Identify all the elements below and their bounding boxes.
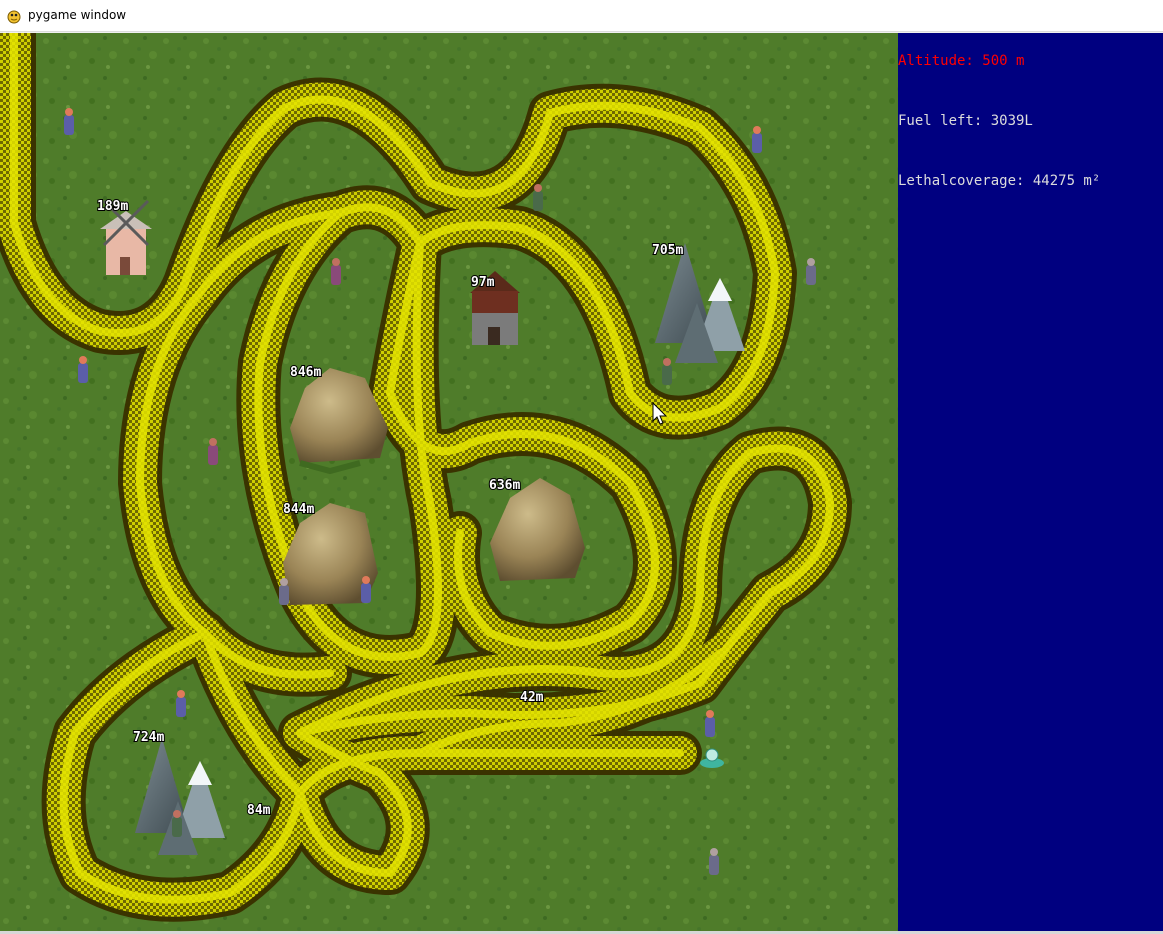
window-titlebar[interactable]: pygame window [0, 0, 1163, 32]
mountain-altitude-label: 724m [133, 730, 164, 745]
lethal-coverage-readout: Lethalcoverage: 44275 m² [898, 173, 1101, 189]
game-map[interactable]: 189m 97m 705m 846m 844m 636m 724m 42m 84… [0, 33, 898, 931]
windmill-altitude-label: 189m [97, 199, 128, 214]
fuel-readout: Fuel left: 3039L [898, 113, 1033, 129]
target-altitude-label: 84m [247, 803, 271, 818]
window-title: pygame window [28, 8, 127, 22]
altitude-readout: Altitude: 500 m [898, 53, 1025, 69]
mountain-altitude-label: 705m [652, 243, 683, 258]
map-canvas: 189m 97m 705m 846m 844m 636m 724m 42m 84… [0, 33, 898, 931]
rock-altitude-label: 846m [290, 365, 321, 380]
rock-altitude-label: 636m [489, 478, 520, 493]
target-altitude-label: 42m [520, 690, 544, 705]
house-altitude-label: 97m [471, 275, 495, 290]
hud-panel: Altitude: 500 m Fuel left: 3039L Lethalc… [898, 33, 1163, 931]
pygame-snake-icon [7, 10, 21, 24]
rock-altitude-label: 844m [283, 502, 314, 517]
